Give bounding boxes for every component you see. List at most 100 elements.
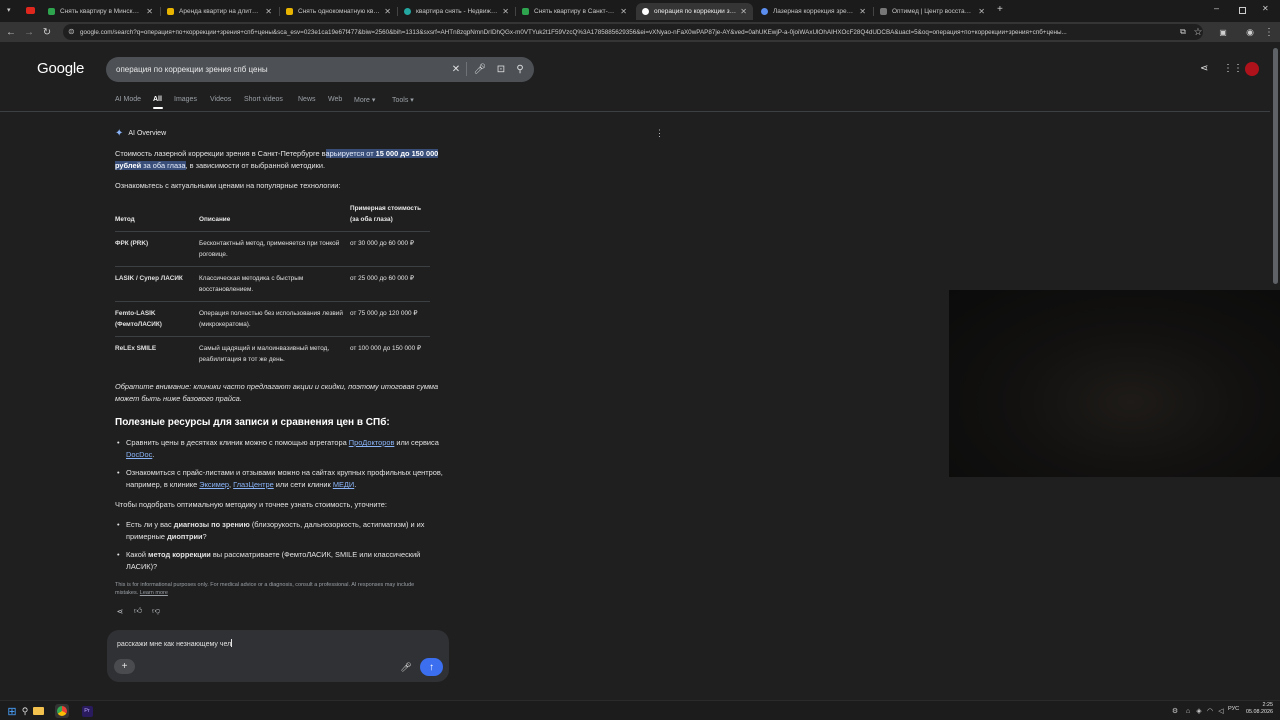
tab-favicon [48,8,55,15]
translate-icon[interactable]: ⧉ [1176,25,1190,39]
tab-favicon [404,8,411,15]
volume-icon[interactable]: ◁ [1214,704,1228,718]
tab-title: Лазерная коррекция зрения ... [773,8,856,15]
price-cell: от 100 000 до 150 000 ₽ [350,336,430,372]
share-icon[interactable]: ⋖ [114,605,126,617]
discount-note: Обратите внимание: клиники часто предлаг… [115,382,439,403]
google-logo[interactable]: Google [37,60,84,77]
browser-tab[interactable]: Лазерная коррекция зрения ... ✕ [755,3,872,20]
learn-more-link[interactable]: Learn more [140,590,168,596]
maximize-icon[interactable] [1239,7,1246,14]
description-cell: Самый щадящий и малоинвазивный метод, ре… [199,336,350,372]
file-explorer-icon[interactable] [31,704,45,718]
medi-link[interactable]: МЕДИ [333,480,354,489]
avatar[interactable] [1245,62,1259,76]
follow-up-input[interactable]: расскажи мне как незнающему чел [117,639,233,648]
browser-tab[interactable]: Аренда квартир на длительн... ✕ [161,3,278,20]
browser-tab[interactable]: Снять квартиру в Санкт-Петер... ✕ [516,3,633,20]
glazcentr-link[interactable]: ГлазЦентре [233,480,274,489]
bookmark-star-icon[interactable]: ☆ [1191,25,1205,39]
new-tab-icon[interactable]: + [997,4,1003,15]
microphone-icon[interactable]: 🎤︎ [400,661,412,673]
prodoctorov-link[interactable]: ПроДокторов [349,438,395,447]
list-item: Какой метод коррекции вы рассматриваете … [115,549,445,573]
forward-icon[interactable]: → [22,25,36,39]
premiere-icon[interactable]: Pr [80,704,94,718]
list-item: Есть ли у вас диагнозы по зрению (близор… [115,519,445,543]
tab-favicon [167,8,174,15]
clear-search-icon[interactable]: ✕ [449,62,463,76]
browser-tab-active[interactable]: операция по коррекции зрен... ✕ [636,3,753,20]
site-info-icon[interactable]: ⊜ [68,27,75,36]
tab-all[interactable]: All [153,96,162,103]
windows-start-icon[interactable]: ⊞ [5,704,19,718]
reload-icon[interactable]: ↻ [40,25,54,39]
close-tab-icon[interactable]: ✕ [859,7,866,16]
table-row: ФРК (PRK) Бесконтактный метод, применяет… [115,231,430,267]
browser-tab[interactable]: квартира снять - Недвижимо... ✕ [398,3,515,20]
close-tab-icon[interactable]: ✕ [620,7,627,16]
method-cell: LASIK / Супер ЛАСИК [115,266,199,302]
search-query: операция по коррекции зрения спб цены [116,65,268,74]
docdoc-link[interactable]: DocDoc [126,450,152,459]
close-tab-icon[interactable]: ✕ [146,7,153,16]
tab-videos[interactable]: Videos [210,96,231,103]
resources-list: Сравнить цены в десятках клиник можно с … [115,437,445,497]
search-input[interactable]: операция по коррекции зрения спб цены [106,57,534,82]
blank-page-icon [880,8,887,15]
close-tab-icon[interactable]: ✕ [502,7,509,16]
tab-more[interactable]: More ▾ [354,96,375,104]
close-window-icon[interactable]: ✕ [1262,4,1269,13]
extensions-icon[interactable]: ▣ [1216,25,1230,39]
youtube-app-icon[interactable] [26,7,35,14]
system-clock[interactable]: 2:25 05.08.2026 [1243,702,1273,716]
browser-tab[interactable]: Снять однокомнатную кварти... ✕ [280,3,397,20]
address-bar[interactable]: ⊜ google.com/search?q=операция+по+коррек… [63,24,1203,40]
minimize-icon[interactable]: – [1214,3,1219,13]
tab-short-videos[interactable]: Short videos [244,96,283,103]
browser-menu-icon[interactable]: ⋮ [1262,25,1276,39]
more-options-icon[interactable]: ⋮ [655,128,664,139]
description-cell: Классическая методика с быстрым восстано… [199,266,350,302]
tab-images[interactable]: Images [174,96,197,103]
tab-title: Снять однокомнатную кварти... [298,8,381,15]
profile-icon[interactable]: ◉ [1243,25,1257,39]
active-tab-indicator [153,107,163,109]
tab-search-icon[interactable]: ▾ [7,6,17,16]
add-attachment-button[interactable]: + [114,659,135,674]
send-button[interactable]: ↑ [420,658,443,676]
eksimer-link[interactable]: Эксимер [199,480,229,489]
tab-ai-mode[interactable]: AI Mode [115,96,141,103]
close-tab-icon[interactable]: ✕ [978,7,985,16]
thumbs-down-icon[interactable]: 👎︎ [150,605,162,617]
resources-heading: Полезные ресурсы для записи и сравнения … [115,417,390,428]
close-tab-icon[interactable]: ✕ [740,7,747,16]
voice-search-icon[interactable]: 🎤︎ [473,62,487,76]
scrollbar-thumb[interactable] [1273,48,1278,284]
tab-favicon [522,8,529,15]
ai-intro-paragraph: Стоимость лазерной коррекции зрения в Са… [115,149,439,170]
chrome-icon[interactable] [55,704,69,718]
apps-grid-icon[interactable]: ⋮⋮ [1223,63,1243,74]
close-tab-icon[interactable]: ✕ [265,7,272,16]
follow-up-box[interactable] [107,630,449,682]
tab-favicon [286,8,293,15]
browser-tab[interactable]: Оптимед | Центр восстановле... ✕ [874,3,991,20]
tab-tools[interactable]: Tools ▾ [392,96,414,104]
lens-icon[interactable]: ⊡ [494,62,508,76]
header-divider [0,111,1270,112]
back-icon[interactable]: ← [4,25,18,39]
tab-title: Оптимед | Центр восстановле... [892,8,974,15]
tab-news[interactable]: News [298,96,316,103]
search-icon[interactable]: ⚲ [18,704,32,718]
tray-overflow-icon[interactable]: ⚙ [1168,704,1182,718]
input-language[interactable]: РУС [1228,706,1239,712]
close-tab-icon[interactable]: ✕ [384,7,391,16]
search-icon[interactable]: ⚲ [513,62,527,76]
thumbs-up-icon[interactable]: 👍︎ [132,605,144,617]
price-table: Метод Описание Примерная стоимость (за о… [115,203,430,372]
tab-web[interactable]: Web [328,96,342,103]
browser-tab[interactable]: Снять квартиру в Минске на... ✕ [42,3,159,20]
share-icon[interactable]: ⋖ [1200,63,1208,74]
google-g-icon [642,8,649,15]
